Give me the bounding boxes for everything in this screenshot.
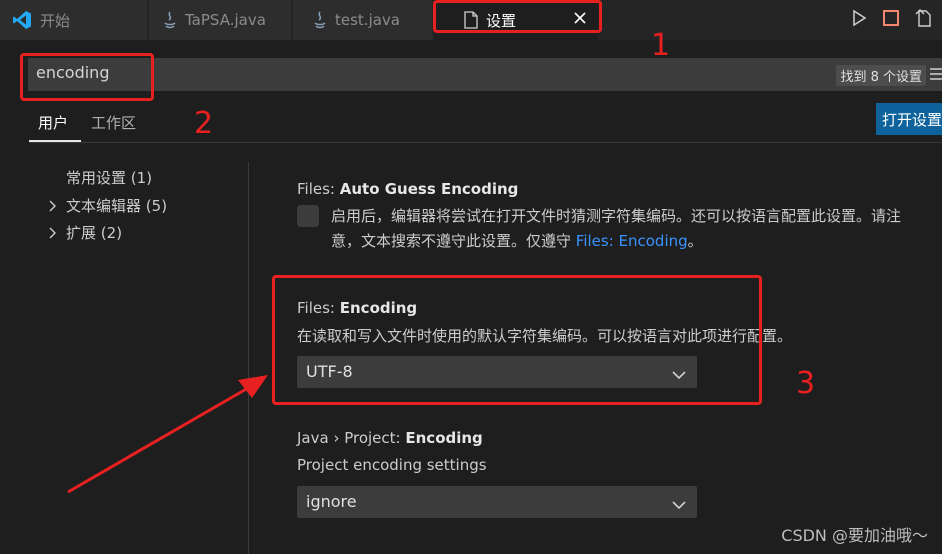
annotation-arrow xyxy=(67,375,268,494)
watermark: CSDN @要加油哦～ xyxy=(781,526,928,545)
